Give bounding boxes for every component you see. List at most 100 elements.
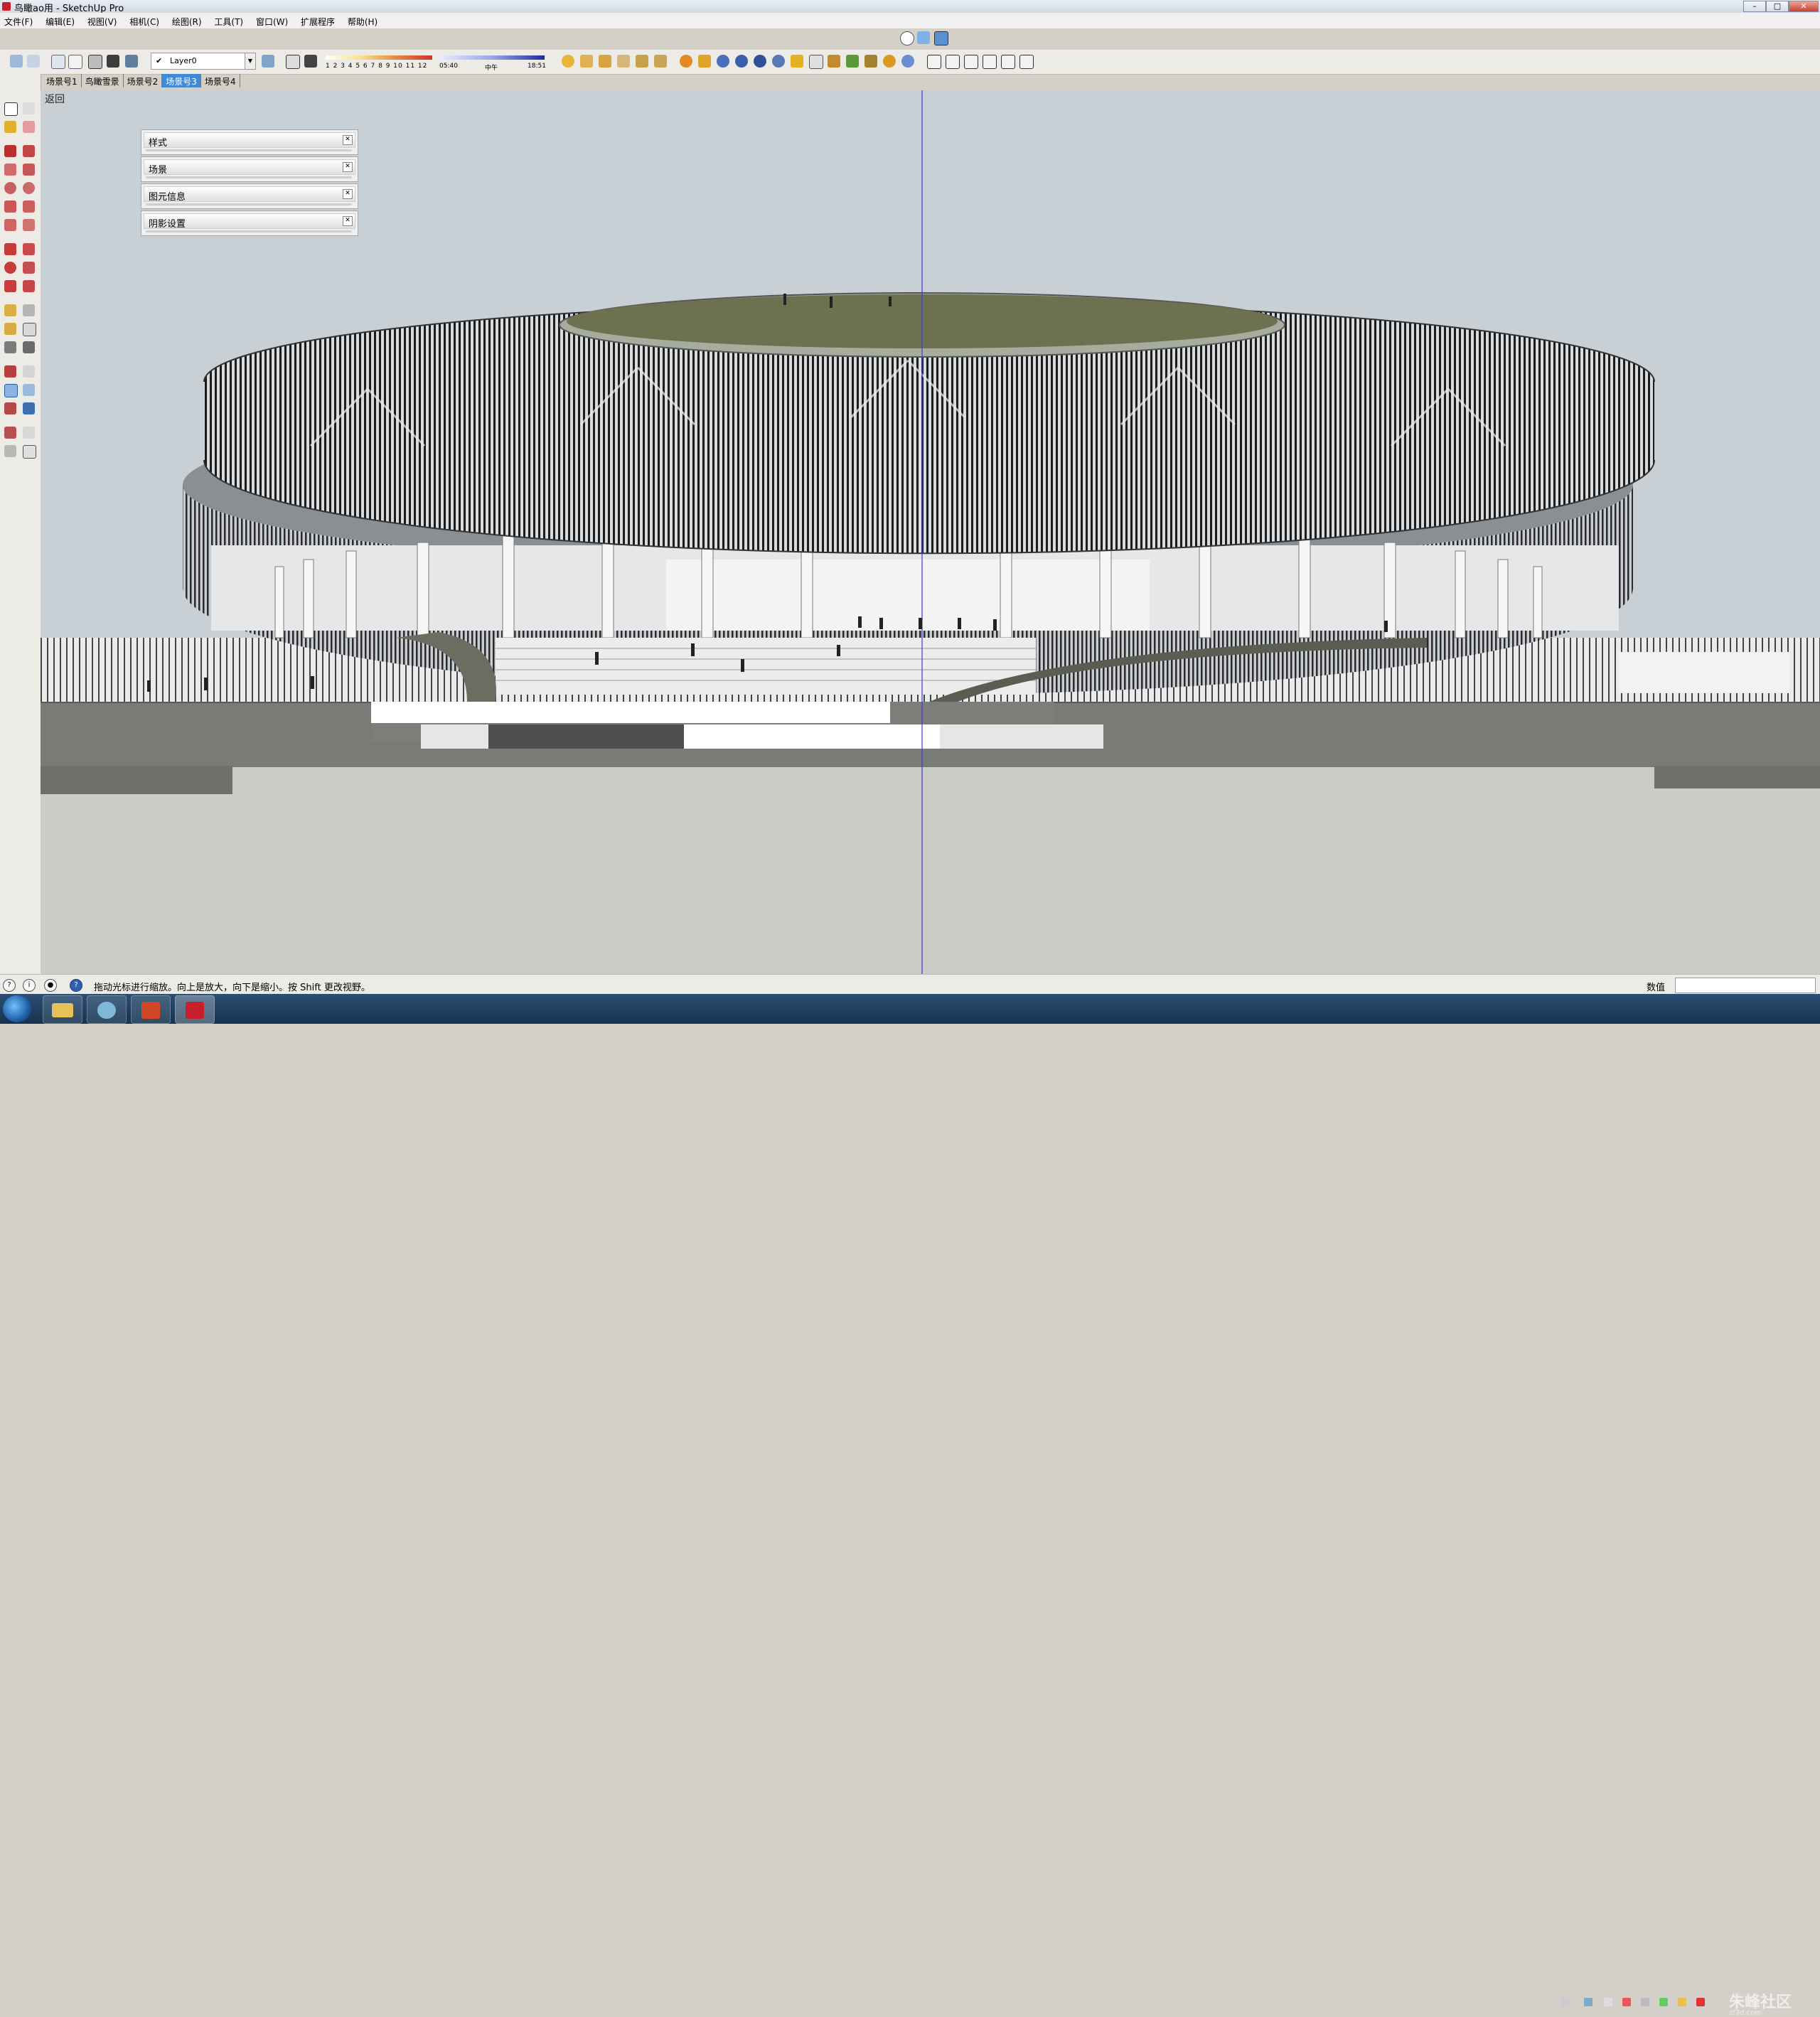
look-around-icon[interactable] — [23, 427, 35, 439]
menu-window[interactable]: 窗口(W) — [252, 13, 294, 28]
geo-location-icon[interactable]: ? — [3, 979, 16, 992]
orbit-icon[interactable] — [900, 31, 914, 46]
view-right-icon[interactable] — [983, 55, 997, 69]
rotate-icon[interactable] — [4, 262, 16, 274]
protractor-icon[interactable] — [4, 323, 16, 335]
panel-close-icon[interactable]: ✕ — [343, 216, 353, 226]
solid-split-icon[interactable] — [754, 55, 766, 68]
tray-antivirus-icon[interactable] — [1622, 1998, 1631, 2006]
follow-me-icon[interactable] — [23, 262, 35, 274]
measurements-input[interactable] — [1675, 978, 1816, 993]
text-tool-icon[interactable] — [23, 323, 36, 336]
maximize-button[interactable]: □ — [1766, 1, 1789, 12]
tab-scene-2[interactable]: 场景号2 — [124, 74, 163, 87]
eraser-icon[interactable] — [23, 121, 35, 133]
view-left-icon[interactable] — [1019, 55, 1034, 69]
tray-network-icon[interactable] — [1584, 1998, 1592, 2006]
view-back-icon[interactable] — [1001, 55, 1015, 69]
extension-icon[interactable] — [828, 55, 840, 68]
style-wireframe-icon[interactable] — [51, 55, 65, 69]
shadow-toggle-icon[interactable] — [286, 55, 300, 69]
zoom-icon[interactable] — [4, 384, 18, 397]
rotated-rect-icon[interactable] — [23, 164, 35, 176]
tab-scene-3[interactable]: 场景号3 — [162, 74, 201, 87]
panel-close-icon[interactable]: ✕ — [343, 162, 353, 172]
plugin-render-icon[interactable] — [883, 55, 896, 68]
style-xray-icon[interactable] — [10, 55, 23, 68]
zoom-extents-icon[interactable] — [4, 402, 16, 414]
menu-view[interactable]: 视图(V) — [83, 13, 123, 28]
layer-manager-icon[interactable] — [262, 55, 274, 68]
sandbox-detail-icon[interactable] — [654, 55, 667, 68]
sandbox-icon[interactable] — [562, 55, 574, 68]
tray-battery-icon[interactable] — [1659, 1998, 1668, 2006]
menu-extensions[interactable]: 扩展程序 — [296, 13, 341, 28]
axes-icon[interactable] — [4, 341, 16, 353]
tray-volume-icon[interactable] — [1641, 1998, 1649, 2006]
solid-trim-icon[interactable] — [735, 55, 748, 68]
close-button[interactable]: ✕ — [1789, 1, 1819, 12]
style-backedges-icon[interactable] — [27, 55, 40, 68]
position-camera-icon[interactable] — [4, 427, 16, 439]
menu-file[interactable]: 文件(F) — [0, 13, 38, 28]
tray-notify-icon[interactable] — [1678, 1998, 1686, 2006]
view-iso-icon[interactable] — [927, 55, 941, 69]
media-taskbar-icon[interactable] — [87, 995, 127, 1024]
scenes-panel[interactable]: 场景 ✕ — [141, 156, 358, 182]
line-tool-icon[interactable] — [4, 145, 16, 157]
plugin-sphere-icon[interactable] — [901, 55, 914, 68]
outer-shell-icon[interactable] — [772, 55, 785, 68]
make-component-icon[interactable] — [23, 102, 35, 114]
plugin-house-icon[interactable] — [864, 55, 877, 68]
three-point-arc-icon[interactable] — [4, 219, 16, 231]
3d-text-icon[interactable] — [23, 341, 35, 353]
sandbox-drape-icon[interactable] — [636, 55, 648, 68]
tray-app-icon[interactable] — [1604, 1998, 1612, 2006]
menu-edit[interactable]: 编辑(E) — [41, 13, 80, 28]
menu-help[interactable]: 帮助(H) — [343, 13, 383, 28]
shadow-time-slider[interactable]: 05:40 中午 18:51 — [439, 54, 546, 73]
panel-close-icon[interactable]: ✕ — [343, 135, 353, 145]
standard-view-icon[interactable] — [917, 31, 930, 44]
user-icon[interactable]: ● — [44, 979, 57, 992]
help-icon[interactable]: ? — [70, 979, 82, 992]
entity-info-panel[interactable]: 图元信息 ✕ — [141, 183, 358, 209]
start-button[interactable] — [3, 995, 31, 1022]
menu-camera[interactable]: 相机(C) — [125, 13, 165, 28]
layer-dropdown[interactable]: ✔ Layer0 ▼ — [151, 53, 256, 70]
orbit-tool-icon[interactable] — [4, 365, 16, 378]
two-point-arc-icon[interactable] — [23, 200, 35, 213]
sketchup-taskbar-icon[interactable] — [175, 995, 215, 1024]
fog-toggle-icon[interactable] — [304, 55, 317, 68]
zoom-window-icon[interactable] — [23, 384, 35, 396]
style-monochrome-icon[interactable] — [125, 55, 138, 68]
style-shaded-icon[interactable] — [88, 55, 102, 69]
back-label[interactable]: 返回 — [45, 92, 65, 106]
offset-icon[interactable] — [23, 280, 35, 292]
view-top-icon[interactable] — [946, 55, 960, 69]
minimize-button[interactable]: – — [1743, 1, 1766, 12]
tape-measure-icon[interactable] — [4, 304, 16, 316]
pan-icon[interactable] — [23, 365, 35, 378]
move-tool-icon[interactable] — [4, 243, 16, 255]
rectangle-icon[interactable] — [4, 164, 16, 176]
freehand-icon[interactable] — [23, 145, 35, 157]
dimension-icon[interactable] — [23, 304, 35, 316]
chevron-down-icon[interactable]: ▼ — [245, 53, 255, 69]
plugin-tree-icon[interactable] — [846, 55, 859, 68]
explorer-taskbar-icon[interactable] — [43, 995, 82, 1024]
section-plane-icon[interactable] — [23, 445, 36, 459]
shadow-settings-panel[interactable]: 阴影设置 ✕ — [141, 210, 358, 236]
pie-icon[interactable] — [23, 219, 35, 231]
powerpoint-taskbar-icon[interactable] — [131, 995, 171, 1024]
previous-view-icon[interactable] — [23, 402, 35, 414]
warehouse-icon[interactable] — [791, 55, 803, 68]
tray-alert-icon[interactable] — [1696, 1998, 1705, 2006]
sandbox-scratch-icon[interactable] — [580, 55, 593, 68]
arc-icon[interactable] — [4, 200, 16, 213]
circle-icon[interactable] — [4, 182, 16, 194]
menu-draw[interactable]: 绘图(R) — [168, 13, 208, 28]
model-viewport[interactable]: 返回 样式 ✕ 场景 ✕ 图元信息 ✕ 阴影设置 ✕ — [41, 90, 1820, 974]
component-icon[interactable] — [809, 55, 823, 69]
select-tool-icon[interactable] — [4, 102, 18, 116]
